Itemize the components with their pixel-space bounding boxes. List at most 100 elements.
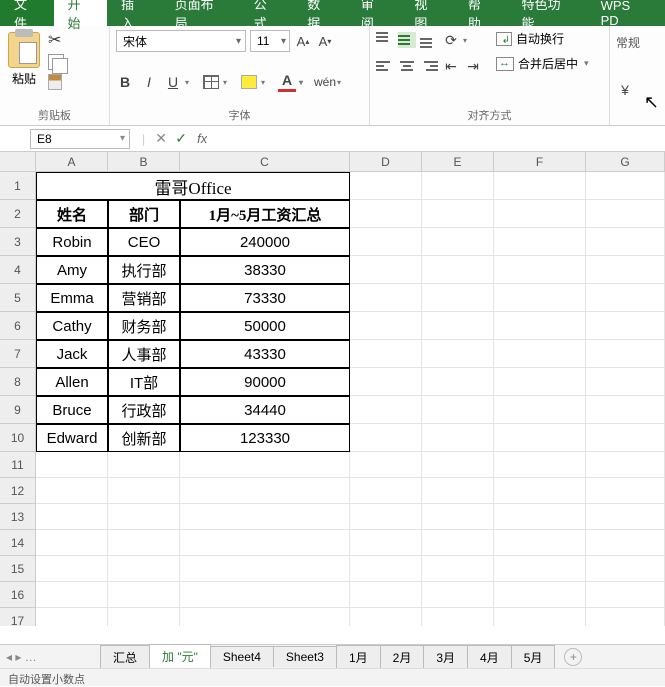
phonetic-button[interactable]: wén [316, 72, 334, 92]
cut-icon[interactable]: ✂ [48, 30, 64, 50]
copy-icon[interactable] [48, 54, 64, 70]
column-header[interactable]: A [36, 152, 108, 172]
cell[interactable] [422, 478, 494, 504]
menu-home[interactable]: 开始 [54, 0, 108, 26]
cell[interactable] [494, 556, 586, 582]
add-sheet-button[interactable]: + [564, 648, 582, 666]
column-header[interactable]: D [350, 152, 422, 172]
sheet-tab[interactable]: 5月 [511, 645, 556, 669]
column-header[interactable]: F [494, 152, 586, 172]
row-header[interactable]: 8 [0, 368, 36, 396]
spreadsheet-grid[interactable]: ABCDEFG1雷哥Office2姓名部门1月~5月工资汇总3RobinCEO2… [0, 152, 665, 626]
cell[interactable] [586, 452, 665, 478]
menu-wpspdf[interactable]: WPS PD [587, 0, 665, 26]
menu-insert[interactable]: 插入 [107, 0, 161, 26]
cell[interactable] [494, 340, 586, 368]
sheet-tab[interactable]: 汇总 [100, 645, 150, 669]
column-header[interactable]: G [586, 152, 665, 172]
cell[interactable] [350, 340, 422, 368]
cell[interactable] [586, 608, 665, 626]
row-header[interactable]: 5 [0, 284, 36, 312]
cell[interactable] [422, 312, 494, 340]
cancel-formula-button[interactable]: ✕ [151, 130, 171, 147]
cell[interactable] [586, 312, 665, 340]
align-top-button[interactable] [376, 32, 394, 48]
currency-button[interactable]: ¥ [616, 80, 634, 100]
row-header[interactable]: 3 [0, 228, 36, 256]
fx-icon[interactable]: fx [197, 131, 207, 146]
menu-review[interactable]: 审阅 [347, 0, 401, 26]
font-size-select[interactable]: 11 [250, 30, 290, 52]
menu-pagelayout[interactable]: 页面布局 [161, 0, 240, 26]
cell[interactable] [350, 368, 422, 396]
font-name-select[interactable]: 宋体 [116, 30, 246, 52]
row-header[interactable]: 15 [0, 556, 36, 582]
cell[interactable] [36, 556, 108, 582]
cell[interactable] [36, 530, 108, 556]
cell[interactable] [586, 228, 665, 256]
font-grow-button[interactable]: A▴ [294, 31, 312, 51]
accept-formula-button[interactable]: ✓ [171, 130, 191, 147]
select-all-corner[interactable] [0, 152, 36, 172]
row-header[interactable]: 16 [0, 582, 36, 608]
sheet-tab[interactable]: Sheet3 [273, 646, 337, 667]
cell[interactable] [350, 424, 422, 452]
menu-data[interactable]: 数据 [293, 0, 347, 26]
paste-button[interactable]: 粘贴 [6, 30, 42, 89]
align-bottom-button[interactable] [420, 32, 438, 48]
cell[interactable] [350, 608, 422, 626]
cell[interactable] [494, 228, 586, 256]
row-header[interactable]: 6 [0, 312, 36, 340]
row-header[interactable]: 4 [0, 256, 36, 284]
cell[interactable] [494, 368, 586, 396]
formula-input[interactable] [207, 129, 665, 149]
menu-feature[interactable]: 特色功能 [507, 0, 586, 26]
cell[interactable] [108, 582, 180, 608]
cell[interactable] [586, 530, 665, 556]
cell[interactable] [350, 452, 422, 478]
row-header[interactable]: 1 [0, 172, 36, 200]
cell[interactable] [586, 396, 665, 424]
cell[interactable] [494, 312, 586, 340]
row-header[interactable]: 10 [0, 424, 36, 452]
name-box[interactable]: E8 [30, 129, 130, 149]
format-painter-icon[interactable] [48, 74, 62, 90]
row-header[interactable]: 9 [0, 396, 36, 424]
align-right-button[interactable] [420, 58, 438, 74]
bold-button[interactable]: B [116, 72, 134, 92]
cell[interactable] [586, 368, 665, 396]
cell[interactable] [108, 530, 180, 556]
row-header[interactable]: 14 [0, 530, 36, 556]
cell[interactable] [422, 424, 494, 452]
cell[interactable] [36, 504, 108, 530]
cell[interactable] [494, 172, 586, 200]
cell[interactable] [422, 530, 494, 556]
cell[interactable] [350, 228, 422, 256]
cell[interactable] [108, 452, 180, 478]
cell[interactable] [422, 452, 494, 478]
cell[interactable] [586, 478, 665, 504]
cell[interactable] [494, 396, 586, 424]
cell[interactable] [180, 608, 350, 626]
cell[interactable] [422, 608, 494, 626]
cell[interactable] [422, 228, 494, 256]
cell[interactable] [422, 340, 494, 368]
font-shrink-button[interactable]: A▾ [316, 31, 334, 51]
menu-file[interactable]: 文件 [0, 0, 54, 26]
fill-color-button[interactable] [240, 72, 258, 92]
cell[interactable] [350, 312, 422, 340]
row-header[interactable]: 7 [0, 340, 36, 368]
cell[interactable] [108, 478, 180, 504]
cell[interactable] [586, 200, 665, 228]
cell[interactable] [422, 368, 494, 396]
menu-view[interactable]: 视图 [400, 0, 454, 26]
border-button[interactable] [202, 72, 220, 92]
menu-help[interactable]: 帮助 [454, 0, 508, 26]
font-color-button[interactable]: A [278, 72, 296, 92]
cell[interactable] [586, 582, 665, 608]
cell[interactable] [494, 452, 586, 478]
cell[interactable] [494, 256, 586, 284]
cell[interactable] [422, 396, 494, 424]
cell[interactable] [108, 504, 180, 530]
sheet-tab[interactable]: 1月 [336, 645, 381, 669]
